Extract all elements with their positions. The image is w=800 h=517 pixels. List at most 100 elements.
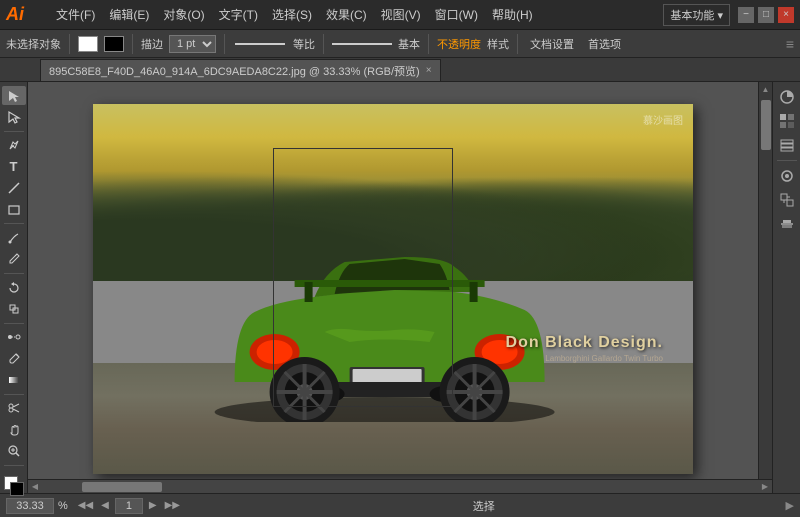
menu-select[interactable]: 选择(S) — [266, 4, 318, 25]
doc-settings-button[interactable]: 文档设置 — [526, 35, 578, 53]
tool-separator-2 — [4, 223, 24, 224]
tool-separator-3 — [4, 273, 24, 274]
swatches-panel-button[interactable] — [776, 110, 798, 132]
zoom-input[interactable] — [6, 498, 54, 514]
style2-label: 样式 — [487, 36, 509, 52]
nav-prev-button[interactable]: ◀ — [99, 500, 111, 511]
layers-panel-button[interactable] — [776, 134, 798, 156]
tool-separator-1 — [4, 131, 24, 132]
preferences-button[interactable]: 首选项 — [584, 35, 625, 53]
overlay-sub-text: Lamborghini Gallardo Twin Turbo — [506, 354, 663, 363]
status-label: 选择 — [186, 498, 782, 514]
select-tool-button[interactable] — [2, 86, 26, 105]
pen-tool-button[interactable] — [2, 136, 26, 155]
separator2 — [132, 34, 133, 54]
vertical-scrollbar[interactable]: ▲ — [758, 82, 772, 479]
close-button[interactable]: × — [778, 7, 794, 23]
artboard: 慕沙画图 Don Black Design. Lamborghini Galla… — [93, 104, 693, 474]
page-number-input[interactable] — [115, 498, 143, 514]
separator — [69, 34, 70, 54]
tab-bar: 895C58E8_F40D_46A0_914A_6DC9AEDA8C22.jpg… — [0, 58, 800, 82]
scroll-up-button[interactable]: ▲ — [759, 82, 773, 96]
no-selection-label: 未选择对象 — [6, 36, 61, 52]
scissors-tool-button[interactable] — [2, 399, 26, 418]
menu-window[interactable]: 窗口(W) — [429, 4, 484, 25]
pencil-tool-button[interactable] — [2, 250, 26, 269]
style-label: 基本 — [398, 36, 420, 52]
tool-separator-6 — [4, 465, 24, 466]
blend-tool-button[interactable] — [2, 327, 26, 346]
paintbrush-tool-button[interactable] — [2, 228, 26, 247]
vertical-scroll-thumb[interactable] — [761, 100, 771, 150]
scale-tool-button[interactable] — [2, 299, 26, 318]
watermark: 慕沙画图 — [643, 112, 683, 127]
tab-filename: 895C58E8_F40D_46A0_914A_6DC9AEDA8C22.jpg… — [49, 63, 420, 79]
menu-bar: 文件(F) 编辑(E) 对象(O) 文字(T) 选择(S) 效果(C) 视图(V… — [50, 4, 663, 25]
rectangle-tool-button[interactable] — [2, 200, 26, 219]
align-panel-button[interactable] — [776, 213, 798, 235]
menu-object[interactable]: 对象(O) — [157, 4, 210, 25]
nav-first-button[interactable]: ◀◀ — [76, 500, 95, 511]
menu-effect[interactable]: 效果(C) — [320, 4, 373, 25]
zoom-tool-button[interactable] — [2, 441, 26, 460]
color-panel-button[interactable] — [776, 86, 798, 108]
status-bar: % ◀◀ ◀ ▶ ▶▶ 选择 ▶ — [0, 493, 800, 517]
transform-panel-button[interactable] — [776, 189, 798, 211]
stroke-swatch[interactable] — [104, 36, 124, 52]
stroke-label: 描边 — [141, 36, 163, 52]
nav-last-button[interactable]: ▶▶ — [163, 500, 182, 511]
maximize-button[interactable]: □ — [758, 7, 774, 23]
direct-select-tool-button[interactable] — [2, 107, 26, 126]
overlay-main-text: Don Black Design. — [506, 334, 663, 352]
gradient-tool-button[interactable] — [2, 370, 26, 389]
ratio-label: 等比 — [293, 36, 315, 52]
car-image — [175, 202, 595, 422]
menu-view[interactable]: 视图(V) — [375, 4, 427, 25]
nav-next-button[interactable]: ▶ — [147, 500, 159, 511]
hand-tool-button[interactable] — [2, 420, 26, 439]
canvas-container: 慕沙画图 Don Black Design. Lamborghini Galla… — [28, 82, 772, 493]
canvas-wrapper: 慕沙画图 Don Black Design. Lamborghini Galla… — [44, 98, 742, 479]
panel-separator — [777, 160, 797, 161]
horizontal-scroll-thumb[interactable] — [82, 482, 162, 492]
type-icon: T — [10, 159, 18, 174]
menu-help[interactable]: 帮助(H) — [486, 4, 539, 25]
menu-edit[interactable]: 编辑(E) — [103, 4, 155, 25]
canvas-area[interactable]: 慕沙画图 Don Black Design. Lamborghini Galla… — [28, 82, 758, 479]
left-toolbar: T — [0, 82, 28, 493]
workspace-label[interactable]: 基本功能 ▾ — [663, 4, 730, 26]
status-right: ▶ — [786, 499, 794, 512]
status-right-arrow[interactable]: ▶ — [786, 499, 794, 512]
app-logo: Ai — [6, 4, 40, 25]
appearance-panel-button[interactable] — [776, 165, 798, 187]
rotate-tool-button[interactable] — [2, 278, 26, 297]
minimize-button[interactable]: − — [738, 7, 754, 23]
type-tool-button[interactable]: T — [2, 157, 26, 176]
options-bar: 未选择对象 描边 1 pt 等比 基本 不透明度 样式 文档设置 首选项 ≡ — [0, 30, 800, 58]
options-menu-icon[interactable]: ≡ — [786, 36, 794, 52]
fill-swatch[interactable] — [78, 36, 98, 52]
opacity-label: 不透明度 — [437, 36, 481, 52]
separator6 — [517, 34, 518, 54]
window-controls: − □ × — [738, 7, 794, 23]
fill-stroke-indicator[interactable] — [2, 474, 26, 493]
stroke-dropdown[interactable]: 1 pt — [169, 35, 216, 53]
tool-separator-4 — [4, 323, 24, 324]
right-panel — [772, 82, 800, 493]
stroke-style-solid[interactable] — [235, 43, 285, 45]
stroke-preview — [332, 43, 392, 45]
horizontal-scrollbar[interactable]: ◀ ▶ — [28, 479, 772, 493]
document-tab[interactable]: 895C58E8_F40D_46A0_914A_6DC9AEDA8C22.jpg… — [40, 59, 441, 81]
eyedropper-tool-button[interactable] — [2, 349, 26, 368]
canvas-scroll-area: 慕沙画图 Don Black Design. Lamborghini Galla… — [28, 82, 772, 479]
text-overlay: Don Black Design. Lamborghini Gallardo T… — [506, 334, 663, 363]
zoom-percent: % — [58, 500, 68, 512]
tab-close-button[interactable]: × — [426, 65, 432, 76]
line-tool-button[interactable] — [2, 179, 26, 198]
tool-separator-5 — [4, 394, 24, 395]
main-area: T — [0, 82, 800, 493]
scroll-right-button[interactable]: ▶ — [758, 480, 772, 494]
scroll-left-button[interactable]: ◀ — [28, 480, 42, 494]
menu-type[interactable]: 文字(T) — [213, 4, 264, 25]
menu-file[interactable]: 文件(F) — [50, 4, 101, 25]
